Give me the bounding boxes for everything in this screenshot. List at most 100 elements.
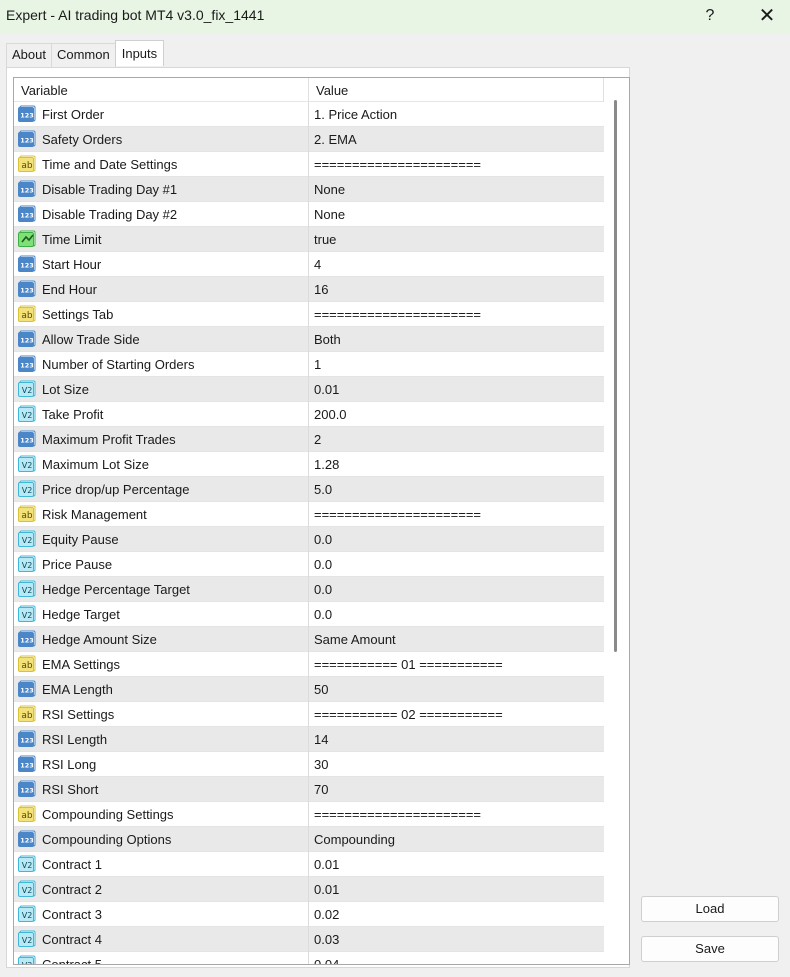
table-row[interactable]: V2 Price Pause 0.0: [14, 552, 604, 577]
variable-value[interactable]: ======================: [314, 307, 481, 322]
table-row[interactable]: 123 Hedge Amount Size Same Amount: [14, 627, 604, 652]
variable-value[interactable]: 1: [314, 357, 321, 372]
table-row[interactable]: ab Risk Management ======================: [14, 502, 604, 527]
variable-value[interactable]: None: [314, 207, 345, 222]
variable-name: EMA Length: [42, 682, 113, 697]
variable-value[interactable]: 1.28: [314, 457, 339, 472]
table-row[interactable]: V2 Take Profit 200.0: [14, 402, 604, 427]
svg-text:V2: V2: [22, 861, 33, 870]
integer-type-icon: 123: [17, 830, 37, 848]
svg-text:123: 123: [20, 262, 34, 270]
table-row[interactable]: ab Time and Date Settings ================…: [14, 152, 604, 177]
tab-common[interactable]: Common: [50, 43, 116, 67]
variable-value[interactable]: Both: [314, 332, 341, 347]
table-row[interactable]: ab EMA Settings =========== 01 ===========: [14, 652, 604, 677]
variable-value[interactable]: 200.0: [314, 407, 347, 422]
table-row[interactable]: 123 RSI Long 30: [14, 752, 604, 777]
variable-value[interactable]: 0.04: [314, 957, 339, 964]
table-row[interactable]: V2 Lot Size 0.01: [14, 377, 604, 402]
variable-value[interactable]: 1. Price Action: [314, 107, 397, 122]
close-button[interactable]: ✕: [754, 4, 780, 28]
tab-inputs[interactable]: Inputs: [114, 40, 165, 66]
variable-value[interactable]: 30: [314, 757, 328, 772]
variable-value[interactable]: 2: [314, 432, 321, 447]
table-row[interactable]: V2 Contract 1 0.01: [14, 852, 604, 877]
svg-text:123: 123: [20, 762, 34, 770]
table-row[interactable]: 123 First Order 1. Price Action: [14, 102, 604, 127]
tab-about[interactable]: About: [6, 43, 52, 67]
variable-value[interactable]: 0.0: [314, 582, 332, 597]
variable-value[interactable]: =========== 02 ===========: [314, 707, 503, 722]
variable-value[interactable]: =========== 01 ===========: [314, 657, 503, 672]
table-row[interactable]: ab RSI Settings =========== 02 ===========: [14, 702, 604, 727]
table-row[interactable]: 123 Safety Orders 2. EMA: [14, 127, 604, 152]
svg-text:V2: V2: [22, 936, 33, 945]
table-row[interactable]: 123 EMA Length 50: [14, 677, 604, 702]
table-row[interactable]: ab Compounding Settings ==================…: [14, 802, 604, 827]
variable-value[interactable]: 0.01: [314, 382, 339, 397]
column-header-variable[interactable]: Variable: [21, 83, 68, 98]
variable-value[interactable]: 14: [314, 732, 328, 747]
variable-value[interactable]: ======================: [314, 507, 481, 522]
table-row[interactable]: V2 Contract 5 0.04: [14, 952, 604, 964]
table-row[interactable]: V2 Contract 2 0.01: [14, 877, 604, 902]
variable-name: Hedge Amount Size: [42, 632, 157, 647]
load-button[interactable]: Load: [641, 896, 779, 922]
table-row[interactable]: V2 Contract 4 0.03: [14, 927, 604, 952]
variable-value[interactable]: None: [314, 182, 345, 197]
table-row[interactable]: V2 Hedge Target 0.0: [14, 602, 604, 627]
table-row[interactable]: ab Settings Tab ======================: [14, 302, 604, 327]
variable-name: Lot Size: [42, 382, 89, 397]
variable-value[interactable]: 5.0: [314, 482, 332, 497]
table-row[interactable]: V2 Equity Pause 0.0: [14, 527, 604, 552]
table-row[interactable]: 123 Disable Trading Day #2 None: [14, 202, 604, 227]
variable-value[interactable]: ======================: [314, 807, 481, 822]
variable-name: Number of Starting Orders: [42, 357, 195, 372]
variable-value[interactable]: 0.01: [314, 857, 339, 872]
integer-type-icon: 123: [17, 330, 37, 348]
boolean-type-icon: [17, 230, 37, 248]
table-row[interactable]: V2 Maximum Lot Size 1.28: [14, 452, 604, 477]
svg-text:V2: V2: [22, 561, 33, 570]
table-row[interactable]: 123 Disable Trading Day #1 None: [14, 177, 604, 202]
variable-name: Contract 3: [42, 907, 102, 922]
variable-value[interactable]: true: [314, 232, 336, 247]
string-type-icon: ab: [17, 655, 37, 673]
svg-text:123: 123: [20, 212, 34, 220]
variable-name: Start Hour: [42, 257, 102, 272]
variable-value[interactable]: 0.0: [314, 607, 332, 622]
variable-value[interactable]: 0.0: [314, 532, 332, 547]
variable-value[interactable]: 70: [314, 782, 328, 797]
column-header-value[interactable]: Value: [316, 83, 348, 98]
variable-value[interactable]: 2. EMA: [314, 132, 357, 147]
svg-text:V2: V2: [22, 911, 33, 920]
variable-value[interactable]: 0.01: [314, 882, 339, 897]
table-row[interactable]: V2 Contract 3 0.02: [14, 902, 604, 927]
table-row[interactable]: 123 Allow Trade Side Both: [14, 327, 604, 352]
variable-value[interactable]: 0.03: [314, 932, 339, 947]
integer-type-icon: 123: [17, 355, 37, 373]
table-row[interactable]: V2 Price drop/up Percentage 5.0: [14, 477, 604, 502]
table-row[interactable]: V2 Hedge Percentage Target 0.0: [14, 577, 604, 602]
table-row[interactable]: Time Limit true: [14, 227, 604, 252]
inputs-panel: Variable Value 123 First Order 1. Price Ac…: [6, 67, 630, 968]
table-row[interactable]: 123 RSI Length 14: [14, 727, 604, 752]
help-button[interactable]: ?: [698, 4, 722, 28]
variable-value[interactable]: 50: [314, 682, 328, 697]
variable-value[interactable]: 4: [314, 257, 321, 272]
variable-value[interactable]: 0.0: [314, 557, 332, 572]
variable-name: Maximum Profit Trades: [42, 432, 176, 447]
table-row[interactable]: 123 Compounding Options Compounding: [14, 827, 604, 852]
table-row[interactable]: 123 Start Hour 4: [14, 252, 604, 277]
variable-value[interactable]: 16: [314, 282, 328, 297]
variable-value[interactable]: ======================: [314, 157, 481, 172]
variable-value[interactable]: Compounding: [314, 832, 395, 847]
table-row[interactable]: 123 Number of Starting Orders 1: [14, 352, 604, 377]
table-row[interactable]: 123 Maximum Profit Trades 2: [14, 427, 604, 452]
variable-value[interactable]: Same Amount: [314, 632, 396, 647]
variable-value[interactable]: 0.02: [314, 907, 339, 922]
save-button[interactable]: Save: [641, 936, 779, 962]
vertical-scrollbar[interactable]: [614, 100, 617, 652]
table-row[interactable]: 123 End Hour 16: [14, 277, 604, 302]
table-row[interactable]: 123 RSI Short 70: [14, 777, 604, 802]
